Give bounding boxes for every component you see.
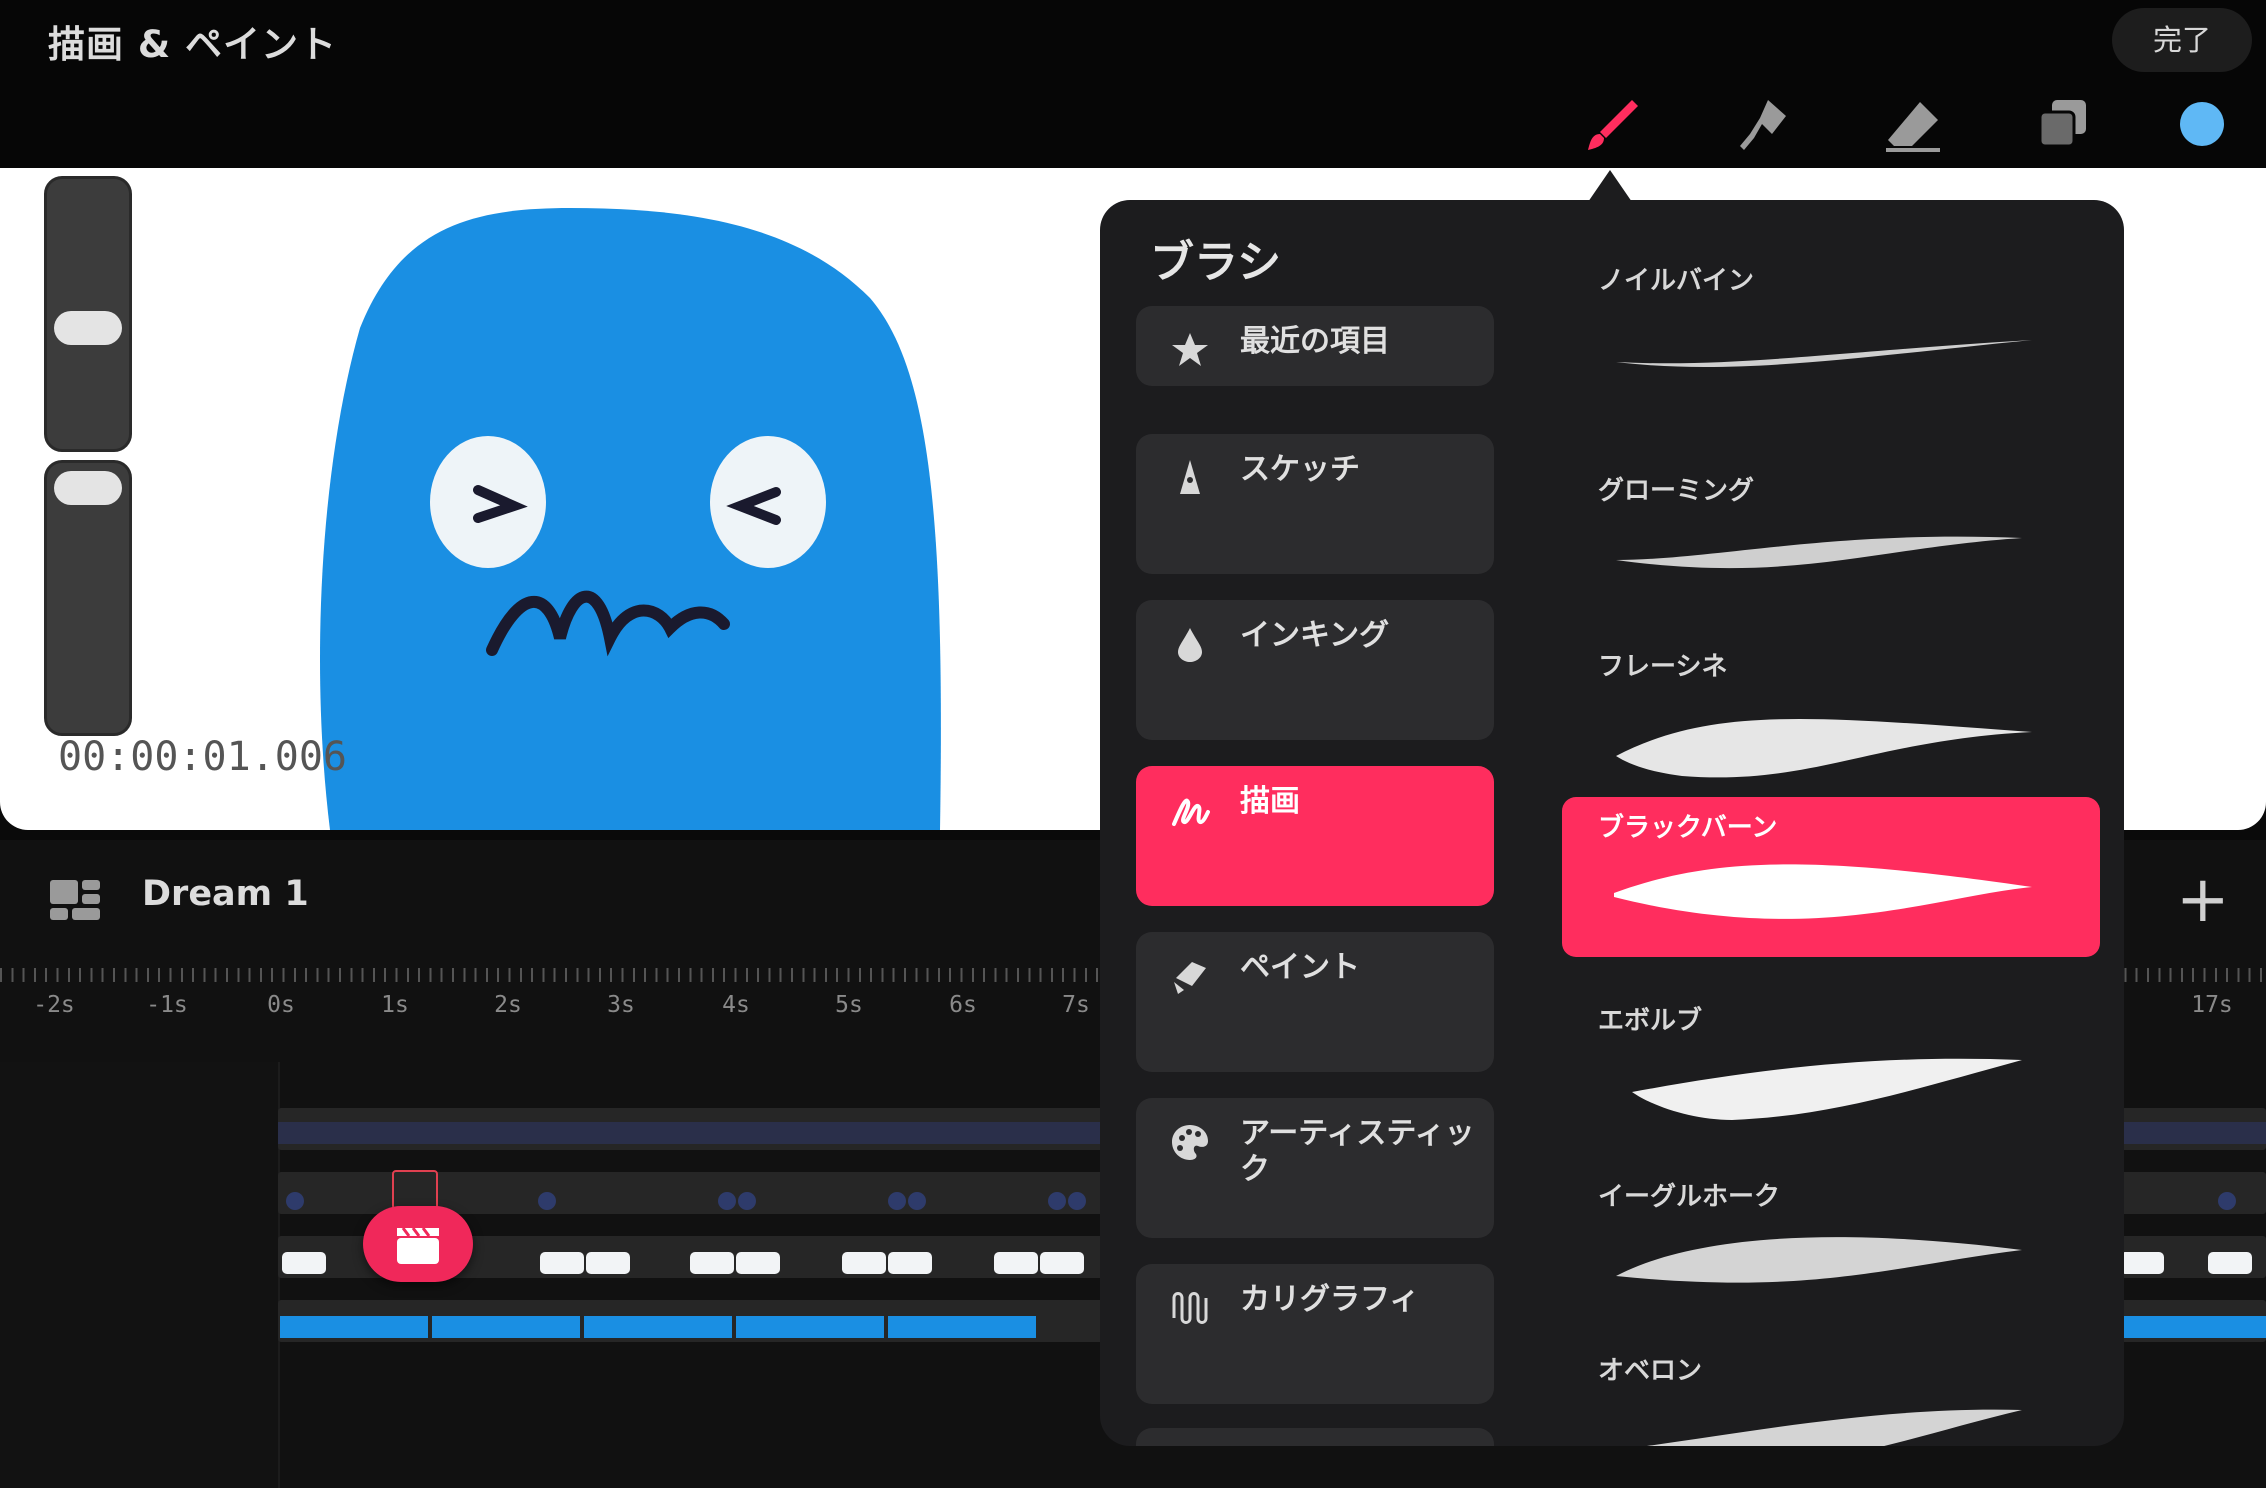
paintbrush-icon[interactable] <box>1582 94 1644 156</box>
ruler-label: 1s <box>381 992 409 1018</box>
brush-item[interactable]: グローミング <box>1562 460 2100 620</box>
category-label: 最近の項目 <box>1240 324 1390 359</box>
opacity-slider[interactable] <box>44 460 132 736</box>
opacity-thumb[interactable] <box>54 471 122 505</box>
category-label: スケッチ <box>1240 452 1360 487</box>
clapperboard-button[interactable] <box>363 1206 473 1282</box>
ruler-label: -1s <box>146 992 188 1018</box>
ruler-label: 0s <box>267 992 295 1018</box>
playhead-marker[interactable] <box>392 1170 438 1210</box>
draw-scribble-icon <box>1172 798 1210 826</box>
brush-item[interactable]: エボルブ <box>1562 990 2100 1150</box>
brush-library-panel: ブラシ 最近の項目 スケッチ インキング 描画 ペイント アーティスティック カ… <box>1100 200 2124 1446</box>
category-label: インキング <box>1240 618 1390 653</box>
category-label: 描画 <box>1240 784 1300 819</box>
layers-icon[interactable] <box>2032 94 2094 156</box>
brush-stroke-preview <box>1616 536 2022 569</box>
pencil-tip-icon <box>1180 460 1200 494</box>
done-button[interactable]: 完了 <box>2112 8 2252 72</box>
palette-icon <box>1172 1125 1208 1160</box>
ruler-label: -2s <box>33 992 75 1018</box>
category-label: カリグラフィ <box>1240 1282 1420 1317</box>
timecode-readout: 00:00:01.006 <box>58 734 347 780</box>
track-header-gutter <box>0 1062 280 1488</box>
category-inking[interactable]: インキング <box>1136 600 1494 740</box>
category-more[interactable] <box>1136 1428 1494 1446</box>
ruler-label: 7s <box>1062 992 1090 1018</box>
ruler-label: 2s <box>494 992 522 1018</box>
brush-stroke-preview <box>1616 718 2032 778</box>
brush-item[interactable]: イーグルホーク <box>1562 1166 2100 1326</box>
brush-item[interactable]: オベロン <box>1562 1340 2100 1446</box>
ruler-label: 3s <box>607 992 635 1018</box>
ruler-label: 6s <box>949 992 977 1018</box>
popover-arrow <box>1588 170 1632 202</box>
add-icon[interactable]: + <box>2176 868 2230 932</box>
brush-item[interactable]: ノイルバイン <box>1562 266 2100 426</box>
panel-title: ブラシ <box>1150 237 1282 288</box>
category-calligraphy[interactable]: カリグラフィ <box>1136 1264 1494 1404</box>
color-picker-button[interactable] <box>2180 102 2224 146</box>
category-label: アーティスティック <box>1240 1116 1475 1187</box>
ruler-label: 4s <box>722 992 750 1018</box>
calligraphy-icon <box>1172 1292 1208 1324</box>
brush-stroke-preview <box>1616 1237 2022 1283</box>
brush-stroke-preview <box>1616 340 2032 367</box>
brush-stroke-preview <box>1632 1058 2022 1120</box>
ruler-label: 5s <box>835 992 863 1018</box>
ruler-label: 17s <box>2191 992 2233 1018</box>
project-title: Dream 1 <box>142 874 309 914</box>
brush-item[interactable]: フレーシネ <box>1562 636 2100 796</box>
brush-size-thumb[interactable] <box>54 311 122 345</box>
brush-size-slider[interactable] <box>44 176 132 452</box>
category-sketch[interactable]: スケッチ <box>1136 434 1494 574</box>
category-recent[interactable]: 最近の項目 <box>1136 306 1494 386</box>
top-toolbar: 描画 & ペイント 完了 <box>0 0 2266 168</box>
eraser-icon[interactable] <box>1882 94 1944 156</box>
category-artistic[interactable]: アーティスティック <box>1136 1098 1494 1238</box>
category-paint[interactable]: ペイント <box>1136 932 1494 1072</box>
smudge-icon[interactable] <box>1732 94 1794 156</box>
clapperboard-icon <box>397 1227 439 1264</box>
brush-item-selected[interactable]: ブラックバーン <box>1562 797 2100 957</box>
brush-stroke-preview <box>1646 1409 2022 1446</box>
category-label: ペイント <box>1240 950 1360 985</box>
ink-drop-icon <box>1178 628 1202 662</box>
category-drawing[interactable]: 描画 <box>1136 766 1494 906</box>
timeline-layout-icon[interactable] <box>48 876 102 924</box>
brush-name: ノイルバイン <box>1598 266 1755 296</box>
star-icon <box>1172 333 1208 366</box>
brush-stroke-preview <box>1614 864 2032 919</box>
app-title: 描画 & ペイント <box>48 23 338 66</box>
paint-brush-icon <box>1174 962 1206 994</box>
